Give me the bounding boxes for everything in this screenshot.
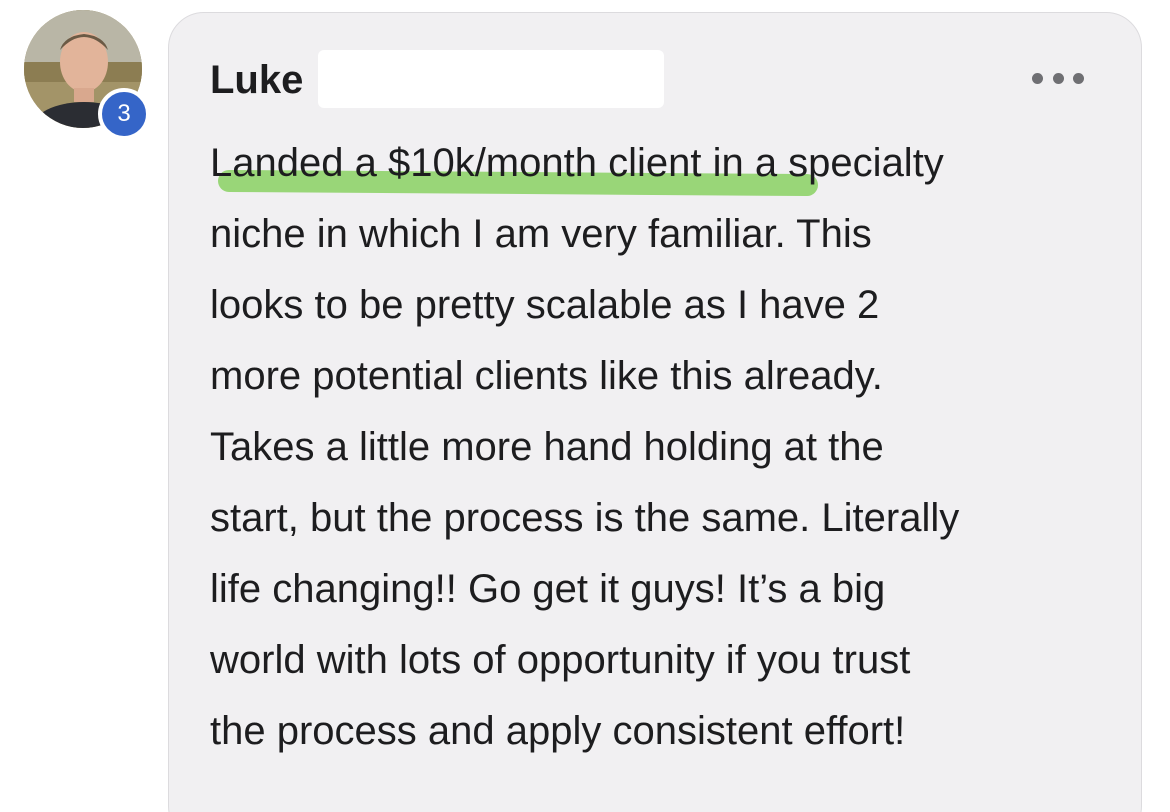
comment-line: niche in which I am very familiar. This	[210, 212, 872, 256]
comment-line: life changing!! Go get it guys! It’s a b…	[210, 567, 886, 611]
more-horizontal-icon-dot	[1073, 72, 1084, 84]
more-horizontal-icon-dot	[1052, 72, 1064, 84]
comment-body: Landed a $10k/month client in a specialt…	[210, 128, 1130, 767]
notification-badge: 3	[98, 88, 150, 140]
more-horizontal-icon	[1032, 72, 1043, 84]
comment-line: more potential clients like this already…	[210, 354, 883, 398]
redacted-name-block	[318, 50, 664, 108]
comment-screenshot: 3 Luke Landed a $10k/month client in a s…	[0, 0, 1170, 812]
comment-line: looks to be pretty scalable as I have 2	[210, 283, 880, 327]
comment-line: the process and apply consistent effort!	[210, 709, 906, 753]
comment-line: world with lots of opportunity if you tr…	[210, 638, 911, 682]
comment-line: Takes a little more hand holding at the	[210, 425, 884, 469]
comment-line: Landed a $10k/month client in a specialt…	[210, 141, 944, 185]
author-name[interactable]: Luke	[210, 56, 303, 104]
more-options-button[interactable]	[1032, 64, 1084, 92]
comment-line: start, but the process is the same. Lite…	[210, 496, 960, 540]
